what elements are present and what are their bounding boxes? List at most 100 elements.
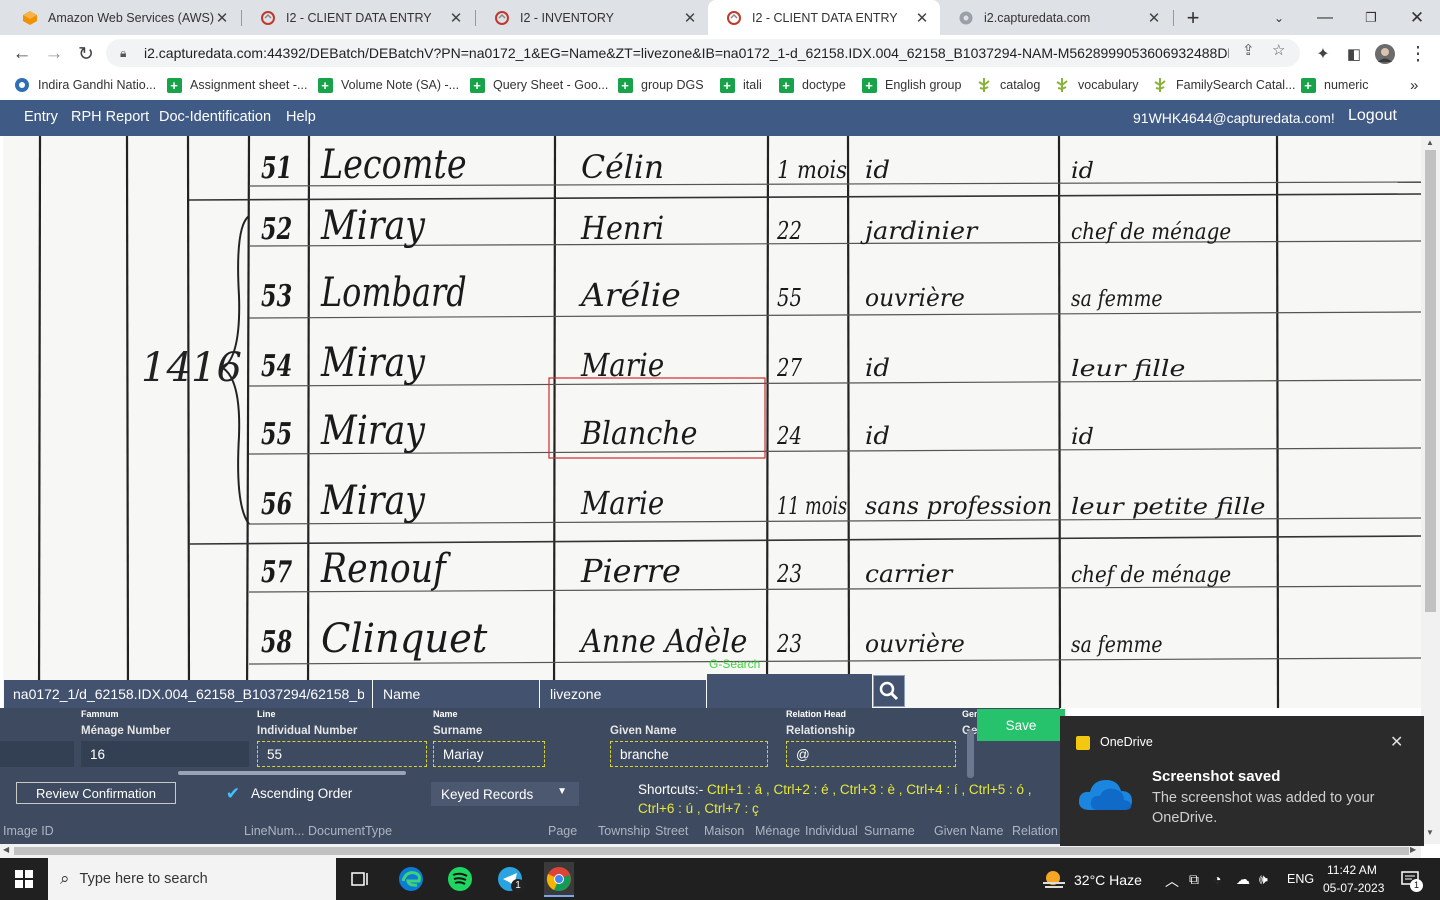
grid-col-header[interactable]: LineNum... [244, 824, 304, 838]
grid-col-header[interactable]: Township [598, 824, 650, 838]
grid-col-header[interactable]: Surname [864, 824, 915, 838]
search-button[interactable] [873, 675, 905, 707]
close-icon[interactable]: ✕ [914, 9, 930, 27]
page-horizontal-scrollbar[interactable]: ◀ ▶ [0, 844, 1421, 858]
weather-text[interactable]: 32°C Haze [1074, 872, 1142, 888]
menage-number-field[interactable]: 16 [81, 741, 249, 767]
avatar[interactable] [1372, 41, 1398, 67]
volume-icon[interactable]: 🕪︎ [1259, 871, 1268, 888]
register-relation: sa femme [1071, 287, 1163, 312]
nav-rph-report[interactable]: RPH Report [71, 109, 149, 125]
tab-aws[interactable]: Amazon Web Services (AWS) ✕ [4, 0, 240, 35]
minimize-icon[interactable]: — [1302, 0, 1348, 35]
language-indicator[interactable]: ENG [1287, 872, 1314, 886]
individual-number-field[interactable]: 55 [257, 741, 427, 767]
scrollbar-thumb[interactable] [1425, 150, 1436, 612]
document-image-viewer[interactable]: 14 16 51 52 53 54 55 56 57 58 Lecomte Miray Lombar… [3, 136, 1421, 708]
records-dropdown[interactable]: Keyed Records ▼ [431, 782, 579, 806]
restore-icon[interactable]: ❐ [1348, 0, 1394, 35]
bookmark-item[interactable]: catalog [976, 74, 1040, 96]
scrollbar-thumb[interactable] [14, 847, 1409, 855]
grid-col-header[interactable]: Image ID [3, 824, 54, 838]
nav-help[interactable]: Help [286, 109, 316, 125]
scroll-up-icon[interactable]: ▲ [1426, 138, 1434, 147]
bookmark-item[interactable]: + numeric [1300, 74, 1368, 96]
grid-col-header[interactable]: Ménage [755, 824, 800, 838]
nav-doc-identification[interactable]: Doc-Identification [159, 109, 271, 125]
scroll-down-icon[interactable]: ▼ [1426, 828, 1434, 837]
bookmark-item[interactable]: vocabulary [1054, 74, 1138, 96]
notification-center-icon[interactable]: 1 [1396, 865, 1424, 893]
tab-client-data-entry-active[interactable]: I2 - CLIENT DATA ENTRY ✕ [708, 0, 940, 35]
ascending-order-checkbox[interactable]: ✔ [224, 784, 242, 803]
grid-col-header[interactable]: Street [655, 824, 688, 838]
bookmark-item[interactable]: + Query Sheet - Goo... [469, 74, 608, 96]
close-icon[interactable]: ✕ [448, 9, 464, 27]
bookmark-item[interactable]: + doctype [778, 74, 846, 96]
form-scroll-handle[interactable] [967, 730, 974, 778]
onedrive-toast[interactable]: OneDrive ✕ Screenshot saved The screensh… [1060, 716, 1424, 846]
sidepanel-icon[interactable]: ◧ [1341, 41, 1367, 67]
extensions-icon[interactable]: ✦ [1310, 41, 1336, 67]
tray-chevron-icon[interactable]: ︿ [1165, 871, 1179, 891]
logout-link[interactable]: Logout [1348, 107, 1397, 125]
close-icon[interactable]: ✕ [214, 9, 230, 27]
tab-search-icon[interactable]: ⌄ [1256, 0, 1302, 35]
given-name-field[interactable]: branche [610, 741, 768, 767]
surname-field[interactable]: Mariay [433, 741, 545, 767]
clock-date[interactable]: 05-07-2023 [1323, 881, 1384, 895]
toast-close-icon[interactable]: ✕ [1390, 732, 1403, 752]
spotify-icon[interactable] [446, 865, 474, 893]
grid-col-header[interactable]: Individual [805, 824, 858, 838]
grid-col-header[interactable]: Maison [704, 824, 744, 838]
share-icon[interactable]: ⇪ [1242, 41, 1255, 59]
reload-icon[interactable]: ↻ [73, 41, 99, 67]
new-tab-button[interactable]: + [1170, 0, 1216, 35]
wifi-icon[interactable]: ◔ [1213, 871, 1221, 887]
tab-client-data-entry-1[interactable]: I2 - CLIENT DATA ENTRY ✕ [242, 0, 474, 35]
menu-dots-icon[interactable]: ⋮ [1405, 41, 1431, 67]
window-close-icon[interactable]: ✕ [1394, 0, 1440, 35]
grid-col-header[interactable]: DocumentType [308, 824, 392, 838]
chrome-icon[interactable] [544, 862, 574, 897]
onedrive-tray-icon[interactable]: ☁ [1236, 871, 1250, 888]
taskbar-search-input[interactable]: ⌕ Type here to search [48, 858, 336, 900]
bookmark-item[interactable]: + Assignment sheet -... [166, 74, 307, 96]
tab-capturedata-home[interactable]: i2.capturedata.com ✕ [940, 0, 1172, 35]
save-button[interactable]: Save [977, 709, 1065, 741]
bookmark-item[interactable]: + group DGS [617, 74, 704, 96]
bookmark-item[interactable]: + itali [719, 74, 762, 96]
g-search-input[interactable] [707, 674, 872, 708]
bookmark-item[interactable]: + English group [861, 74, 961, 96]
clock-time[interactable]: 11:42 AM [1327, 863, 1377, 877]
telegram-icon[interactable]: 1 [496, 865, 525, 893]
edge-icon[interactable] [397, 865, 425, 893]
famnum-field[interactable] [0, 741, 74, 767]
form-horizontal-slider[interactable] [178, 771, 406, 775]
close-icon[interactable]: ✕ [1146, 9, 1162, 27]
relationship-field[interactable]: @ [786, 741, 956, 767]
review-confirmation-button[interactable]: Review Confirmation [16, 782, 176, 804]
nav-entry[interactable]: Entry [24, 109, 58, 125]
more-bookmarks-icon[interactable]: » [1410, 74, 1418, 96]
bookmark-item[interactable]: FamilySearch Catal... [1152, 74, 1295, 96]
tab-label: I2 - INVENTORY [520, 10, 615, 25]
tab-label: i2.capturedata.com [984, 10, 1091, 25]
bookmark-item[interactable]: + Volume Note (SA) -... [317, 74, 459, 96]
back-arrow-icon[interactable]: ← [9, 41, 35, 67]
url-input[interactable]: 🔒︎ i2.capturedata.com:44392/DEBatch/DEBa… [106, 39, 1300, 67]
close-icon[interactable]: ✕ [682, 9, 698, 27]
tab-inventory[interactable]: I2 - INVENTORY ✕ [476, 0, 708, 35]
bookmark-star-icon[interactable]: ☆ [1272, 41, 1285, 59]
scroll-right-icon[interactable]: ▶ [1410, 845, 1416, 854]
scroll-left-icon[interactable]: ◀ [3, 845, 9, 854]
grid-col-header[interactable]: Given Name [934, 824, 1003, 838]
weather-haze-icon[interactable] [1040, 865, 1068, 893]
meet-now-icon[interactable]: ⧉ [1189, 871, 1199, 888]
grid-col-header[interactable]: Page [548, 824, 577, 838]
forward-arrow-icon[interactable]: → [41, 41, 67, 67]
bookmark-item[interactable]: Indira Gandhi Natio... [14, 74, 156, 96]
task-view-icon[interactable] [346, 865, 374, 893]
windows-start-icon[interactable] [10, 865, 38, 893]
grid-col-header[interactable]: Relation [1012, 824, 1058, 838]
